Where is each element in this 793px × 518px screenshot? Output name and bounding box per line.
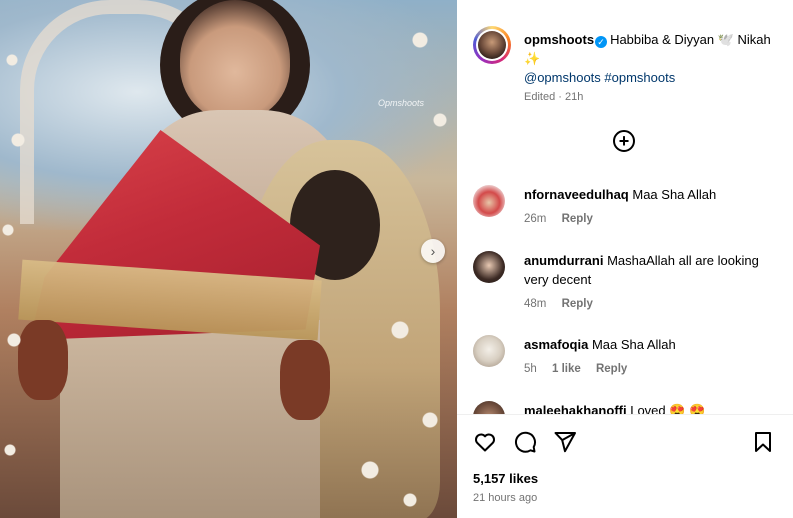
comment-button[interactable] [513, 430, 539, 456]
post-actions-bar [473, 430, 777, 456]
comment-reply-button[interactable]: Reply [562, 213, 593, 225]
comment-icon [514, 431, 536, 453]
comment-username[interactable]: anumdurrani [524, 253, 603, 268]
caption-tags[interactable]: @opmshoots #opmshoots [524, 68, 789, 87]
comment-reply-button[interactable]: Reply [562, 298, 593, 310]
comment-username[interactable]: maleehakhanoffi [524, 403, 627, 414]
post-photo[interactable]: Opmshoots › [0, 0, 457, 518]
caption-username[interactable]: opmshoots [524, 32, 594, 47]
heart-icon [475, 433, 495, 452]
share-button[interactable] [553, 430, 579, 456]
comment-reply-button[interactable]: Reply [596, 363, 627, 375]
comment-username[interactable]: nfornaveedulhaq [524, 187, 629, 202]
bookmark-icon [755, 432, 771, 452]
verified-badge-icon: ✓ [595, 36, 608, 48]
comment-text: Maa Sha Allah [591, 337, 676, 352]
plus-circle-icon: + [618, 131, 630, 151]
comment-likes[interactable]: 1 like [552, 363, 581, 375]
like-button[interactable] [473, 430, 499, 456]
load-more-comments-button[interactable]: + [613, 130, 635, 152]
comment-username[interactable]: asmafoqia [524, 337, 588, 352]
comment-avatar[interactable] [473, 185, 505, 217]
post-timestamp: 21 hours ago [473, 492, 538, 504]
photo-watermark: Opmshoots [378, 98, 425, 108]
comment-time: 48m [524, 298, 547, 310]
comment-avatar[interactable] [473, 401, 505, 414]
likes-count[interactable]: 5,157 likes [473, 471, 538, 486]
next-photo-button[interactable]: › [421, 239, 445, 263]
chevron-right-icon: › [430, 243, 436, 259]
comment-time: 5h [524, 363, 537, 375]
send-icon [554, 432, 576, 453]
comment-item: maleehakhanoffi Loved 😍 😍 [473, 401, 783, 414]
comment-avatar[interactable] [473, 335, 505, 367]
avatar[interactable] [473, 26, 511, 64]
post-side-panel: opmshoots ✓ Habbiba & Diyyan 🕊️ Nikah ✨ @o… [457, 0, 793, 518]
edited-timestamp: Edited · 21h [524, 91, 584, 103]
actions-divider [457, 414, 793, 415]
comment-time: 26m [524, 213, 547, 225]
photo-pearl-strings [0, 0, 457, 518]
comment-text: Loved 😍 😍 [630, 403, 706, 414]
comment-avatar[interactable] [473, 251, 505, 283]
comment-text: Maa Sha Allah [632, 187, 717, 202]
save-button[interactable] [751, 430, 777, 456]
